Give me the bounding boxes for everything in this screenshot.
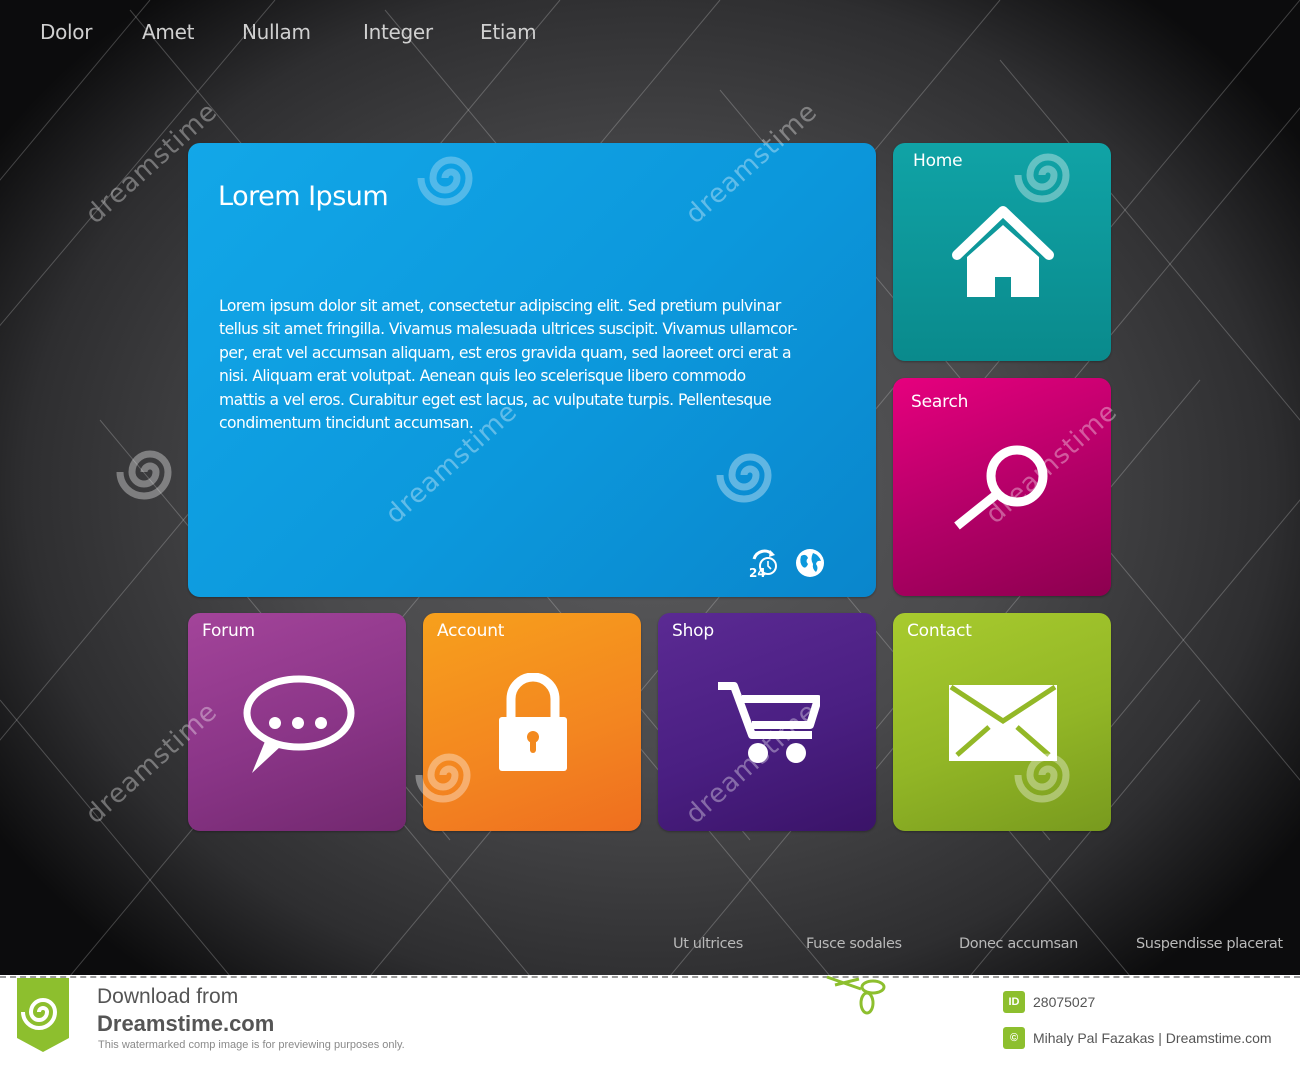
body-line: tellus sit amet fringilla. Vivamus males… bbox=[219, 320, 798, 339]
body-line: Lorem ipsum dolor sit amet, consectetur … bbox=[219, 297, 781, 315]
body-line: nisi. Aliquam erat volutpat. Aenean quis… bbox=[219, 367, 746, 386]
speech-bubble-icon bbox=[243, 675, 355, 773]
search-icon bbox=[954, 445, 1048, 530]
copyright-icon: © bbox=[1003, 1027, 1025, 1049]
footer-link-fusce-sodales[interactable]: Fusce sodales bbox=[806, 936, 902, 952]
cut-line-divider bbox=[0, 976, 1300, 978]
download-from-label: Download from bbox=[97, 985, 239, 1008]
footer-link-suspendisse-placerat[interactable]: Suspendisse placerat bbox=[1136, 936, 1283, 952]
tile-contact[interactable]: Contact bbox=[893, 613, 1111, 831]
tile-label: Forum bbox=[202, 621, 255, 641]
footer-link-ut-ultrices[interactable]: Ut ultrices bbox=[673, 936, 743, 952]
author-credit: Mihaly Pal Fazakas | Dreamstime.com bbox=[1033, 1030, 1272, 1046]
preview-note: This watermarked comp image is for previ… bbox=[98, 1039, 405, 1051]
footer-link-donec-accumsan[interactable]: Donec accumsan bbox=[959, 936, 1078, 952]
home-icon bbox=[952, 206, 1054, 297]
tile-forum[interactable]: Forum bbox=[188, 613, 406, 831]
tile-search[interactable]: Search bbox=[893, 378, 1111, 596]
svg-text:24: 24 bbox=[749, 566, 766, 579]
page-background: Dolor Amet Nullam Integer Etiam Lorem Ip… bbox=[0, 0, 1300, 975]
tile-account[interactable]: Account bbox=[423, 613, 641, 831]
envelope-icon bbox=[949, 685, 1057, 761]
nav-item-nullam[interactable]: Nullam bbox=[242, 20, 311, 44]
tile-shop[interactable]: Shop bbox=[658, 613, 876, 831]
nav-item-etiam[interactable]: Etiam bbox=[480, 20, 537, 44]
tile-home[interactable]: Home bbox=[893, 143, 1111, 361]
nav-item-amet[interactable]: Amet bbox=[142, 20, 194, 44]
body-line: mattis a vel eros. Curabitur eget est la… bbox=[219, 390, 772, 409]
nav-item-integer[interactable]: Integer bbox=[363, 20, 433, 44]
nav-item-dolor[interactable]: Dolor bbox=[40, 20, 92, 44]
tile-label: Account bbox=[437, 621, 505, 641]
tile-label: Home bbox=[913, 151, 963, 171]
24-hour-support-icon[interactable]: 24 bbox=[748, 547, 780, 579]
panel-body-text: Lorem ipsum dolor sit amet, consectetur … bbox=[219, 295, 859, 435]
scissors-icon bbox=[826, 975, 886, 1015]
dreamstime-logo-badge bbox=[17, 978, 69, 1052]
tile-label: Contact bbox=[907, 621, 972, 641]
padlock-icon bbox=[499, 673, 567, 771]
site-name: Dreamstime.com bbox=[97, 1011, 275, 1036]
id-badge-icon: ID bbox=[1003, 991, 1025, 1013]
watermark-swirl-icon bbox=[116, 450, 172, 500]
panel-title: Lorem Ipsum bbox=[218, 181, 389, 212]
shopping-cart-icon bbox=[718, 682, 820, 763]
image-id: 28075027 bbox=[1033, 994, 1096, 1010]
body-line: per, erat vel accumsan aliquam, est eros… bbox=[219, 343, 792, 362]
globe-icon[interactable] bbox=[794, 547, 826, 579]
tile-label: Search bbox=[911, 392, 969, 412]
tile-label: Shop bbox=[672, 621, 714, 641]
main-content-panel: Lorem Ipsum Lorem ipsum dolor sit amet, … bbox=[188, 143, 876, 597]
body-line: condimentum tincidunt accumsan. bbox=[219, 414, 474, 433]
